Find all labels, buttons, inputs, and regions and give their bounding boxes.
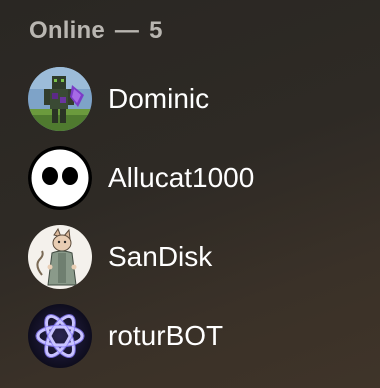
online-section-header: Online — 5 [29,14,163,48]
member-name[interactable]: roturBOT [108,319,223,353]
member-name[interactable]: Dominic [108,82,209,116]
member-item-dominic[interactable]: Dominic [28,67,358,131]
member-item-roturbot[interactable]: roturBOT [28,304,358,368]
online-count: 5 [149,17,163,44]
minecraft-skin-avatar-icon[interactable] [28,67,92,131]
member-item-sandisk[interactable]: SanDisk [28,225,358,289]
member-item-allucat1000[interactable]: Allucat1000 [28,146,358,210]
member-name[interactable]: Allucat1000 [108,161,254,195]
atom-logo-avatar-icon[interactable] [28,304,92,368]
member-name[interactable]: SanDisk [108,240,212,274]
section-separator: — [114,17,140,44]
cat-eyes-avatar-icon[interactable] [28,146,92,210]
section-status-label: Online [29,17,105,44]
member-list-panel: Online — 5 Dominic Allucat1000 SanDisk r… [0,0,380,388]
character-drawing-avatar-icon[interactable] [28,225,92,289]
